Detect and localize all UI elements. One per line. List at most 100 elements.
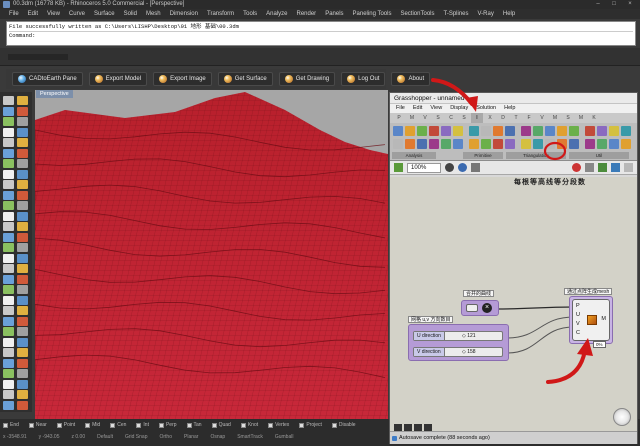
osnap-checkbox[interactable]: [268, 422, 274, 428]
menu-surface[interactable]: Surface: [94, 9, 115, 19]
menu-render[interactable]: Render: [297, 9, 317, 19]
rhino-tool-icon[interactable]: [17, 222, 28, 231]
status-pane-3[interactable]: Default: [97, 434, 113, 440]
rhino-tool-icon[interactable]: [17, 400, 28, 410]
output-m[interactable]: M: [601, 316, 606, 322]
menu-help[interactable]: Help: [503, 9, 515, 19]
menu-file[interactable]: File: [9, 9, 19, 19]
gh-tab-15[interactable]: K: [588, 113, 600, 123]
osnap-mid[interactable]: Mid: [85, 422, 100, 428]
gh-tab-3[interactable]: S: [432, 113, 444, 123]
rhino-tool-icon[interactable]: [3, 379, 14, 389]
rhino-tool-icon[interactable]: [17, 117, 28, 126]
osnap-disable[interactable]: Disable: [331, 422, 356, 428]
about-button[interactable]: About: [391, 72, 431, 86]
gh-component-icon[interactable]: [393, 139, 403, 149]
rhino-tool-icon[interactable]: [17, 148, 28, 158]
rhino-tool-icon[interactable]: [17, 358, 28, 368]
gh-tab-14[interactable]: M: [575, 113, 587, 123]
rhino-tool-icon[interactable]: [3, 138, 14, 147]
gh-tab-12[interactable]: M: [549, 113, 561, 123]
menu-panels[interactable]: Panels: [325, 9, 343, 19]
gh-tab-0[interactable]: P: [393, 113, 405, 123]
osnap-checkbox[interactable]: [186, 422, 192, 428]
rhino-tool-icon[interactable]: [3, 295, 14, 305]
status-pane-9[interactable]: Gumball: [275, 434, 294, 440]
rhino-tool-icon[interactable]: [17, 232, 28, 242]
rhino-tool-icon[interactable]: [17, 201, 28, 210]
menu-tsplines[interactable]: T-Splines: [444, 9, 469, 19]
gh-component-icon[interactable]: [417, 139, 427, 149]
gh-component-icon[interactable]: [585, 139, 595, 149]
disable-preview-icon[interactable]: [572, 163, 581, 172]
osnap-checkbox[interactable]: [56, 422, 62, 428]
rhino-tool-icon[interactable]: [17, 190, 28, 200]
osnap-project[interactable]: Project: [299, 422, 322, 428]
rhino-tool-icon[interactable]: [17, 159, 28, 168]
zoom-field[interactable]: 100%: [407, 162, 441, 173]
export-model-button[interactable]: Export Model: [88, 72, 148, 86]
rhino-tool-icon[interactable]: [3, 106, 14, 116]
osnap-near[interactable]: Near: [28, 422, 47, 428]
rhino-tool-icon[interactable]: [17, 243, 28, 252]
gh-component-icon[interactable]: [569, 126, 579, 136]
rhino-tool-icon[interactable]: [17, 337, 28, 347]
status-pane-5[interactable]: Ortho: [159, 434, 172, 440]
gh-component-icon[interactable]: [533, 139, 543, 149]
rhino-tool-icon[interactable]: [17, 369, 28, 378]
gh-component-icon[interactable]: [493, 126, 503, 136]
status-pane-8[interactable]: SmartTrack: [237, 434, 263, 440]
osnap-checkbox[interactable]: [3, 422, 8, 428]
osnap-knot[interactable]: Knot: [240, 422, 258, 428]
gh-canvas[interactable]: 每根等高线等分段数 合并的曲线 × 网格 u,v 方向数目 U directio…: [390, 177, 637, 431]
status-pane-2[interactable]: z 0.00: [72, 434, 86, 440]
group-icon[interactable]: [404, 424, 412, 431]
zoom-extents-icon[interactable]: [445, 163, 454, 172]
rhino-tool-icon[interactable]: [17, 96, 28, 105]
curve-param[interactable]: [466, 304, 478, 312]
gh-tab-2[interactable]: V: [419, 113, 431, 123]
close-button[interactable]: ×: [622, 0, 638, 9]
osnap-checkbox[interactable]: [240, 422, 246, 428]
gh-component-icon[interactable]: [545, 126, 555, 136]
osnap-end[interactable]: End: [3, 422, 19, 428]
rhino-tool-icon[interactable]: [3, 253, 14, 263]
status-pane-0[interactable]: x -3548.91: [3, 434, 27, 440]
gh-component-icon[interactable]: [481, 126, 491, 136]
command-prompt[interactable]: Command:: [9, 31, 633, 40]
osnap-int[interactable]: Int: [136, 422, 149, 428]
mesh-from-points-component[interactable]: P U V C M: [572, 299, 610, 341]
gh-tab-8[interactable]: D: [497, 113, 509, 123]
remote-icon[interactable]: [424, 424, 432, 431]
gh-component-icon[interactable]: [469, 126, 479, 136]
curve-param-group[interactable]: ×: [461, 300, 499, 316]
menu-tools[interactable]: Tools: [243, 9, 257, 19]
osnap-quad[interactable]: Quad: [211, 422, 231, 428]
gh-component-icon[interactable]: [481, 139, 491, 149]
input-p[interactable]: P: [576, 303, 580, 309]
gh-menu-solution[interactable]: Solution: [476, 104, 496, 113]
gh-menu-help[interactable]: Help: [504, 104, 515, 113]
maximize-button[interactable]: □: [606, 0, 622, 9]
sketch-icon[interactable]: [394, 424, 402, 431]
menu-paneling-tools[interactable]: Paneling Tools: [353, 9, 392, 19]
gh-component-icon[interactable]: [469, 139, 479, 149]
gh-menu-file[interactable]: File: [396, 104, 405, 113]
rhino-tool-icon[interactable]: [17, 106, 28, 116]
cadtoearth-pane-button[interactable]: CADtoEarth Pane: [12, 72, 83, 86]
rhino-tool-icon[interactable]: [3, 358, 14, 368]
rhino-tool-icon[interactable]: [3, 169, 14, 179]
osnap-checkbox[interactable]: [158, 422, 164, 428]
menu-edit[interactable]: Edit: [28, 9, 38, 19]
rhino-tool-icon[interactable]: [3, 390, 14, 399]
rhino-tool-icon[interactable]: [3, 180, 14, 189]
rhino-tool-icon[interactable]: [17, 274, 28, 284]
gh-component-icon[interactable]: [521, 139, 531, 149]
menu-view[interactable]: View: [47, 9, 60, 19]
shaded-icon[interactable]: [598, 163, 607, 172]
rhino-tool-icon[interactable]: [3, 96, 14, 105]
menu-curve[interactable]: Curve: [69, 9, 85, 19]
osnap-checkbox[interactable]: [85, 422, 91, 428]
u-direction-slider[interactable]: U direction ◇ 121: [413, 331, 503, 341]
gh-tab-9[interactable]: T: [510, 113, 522, 123]
